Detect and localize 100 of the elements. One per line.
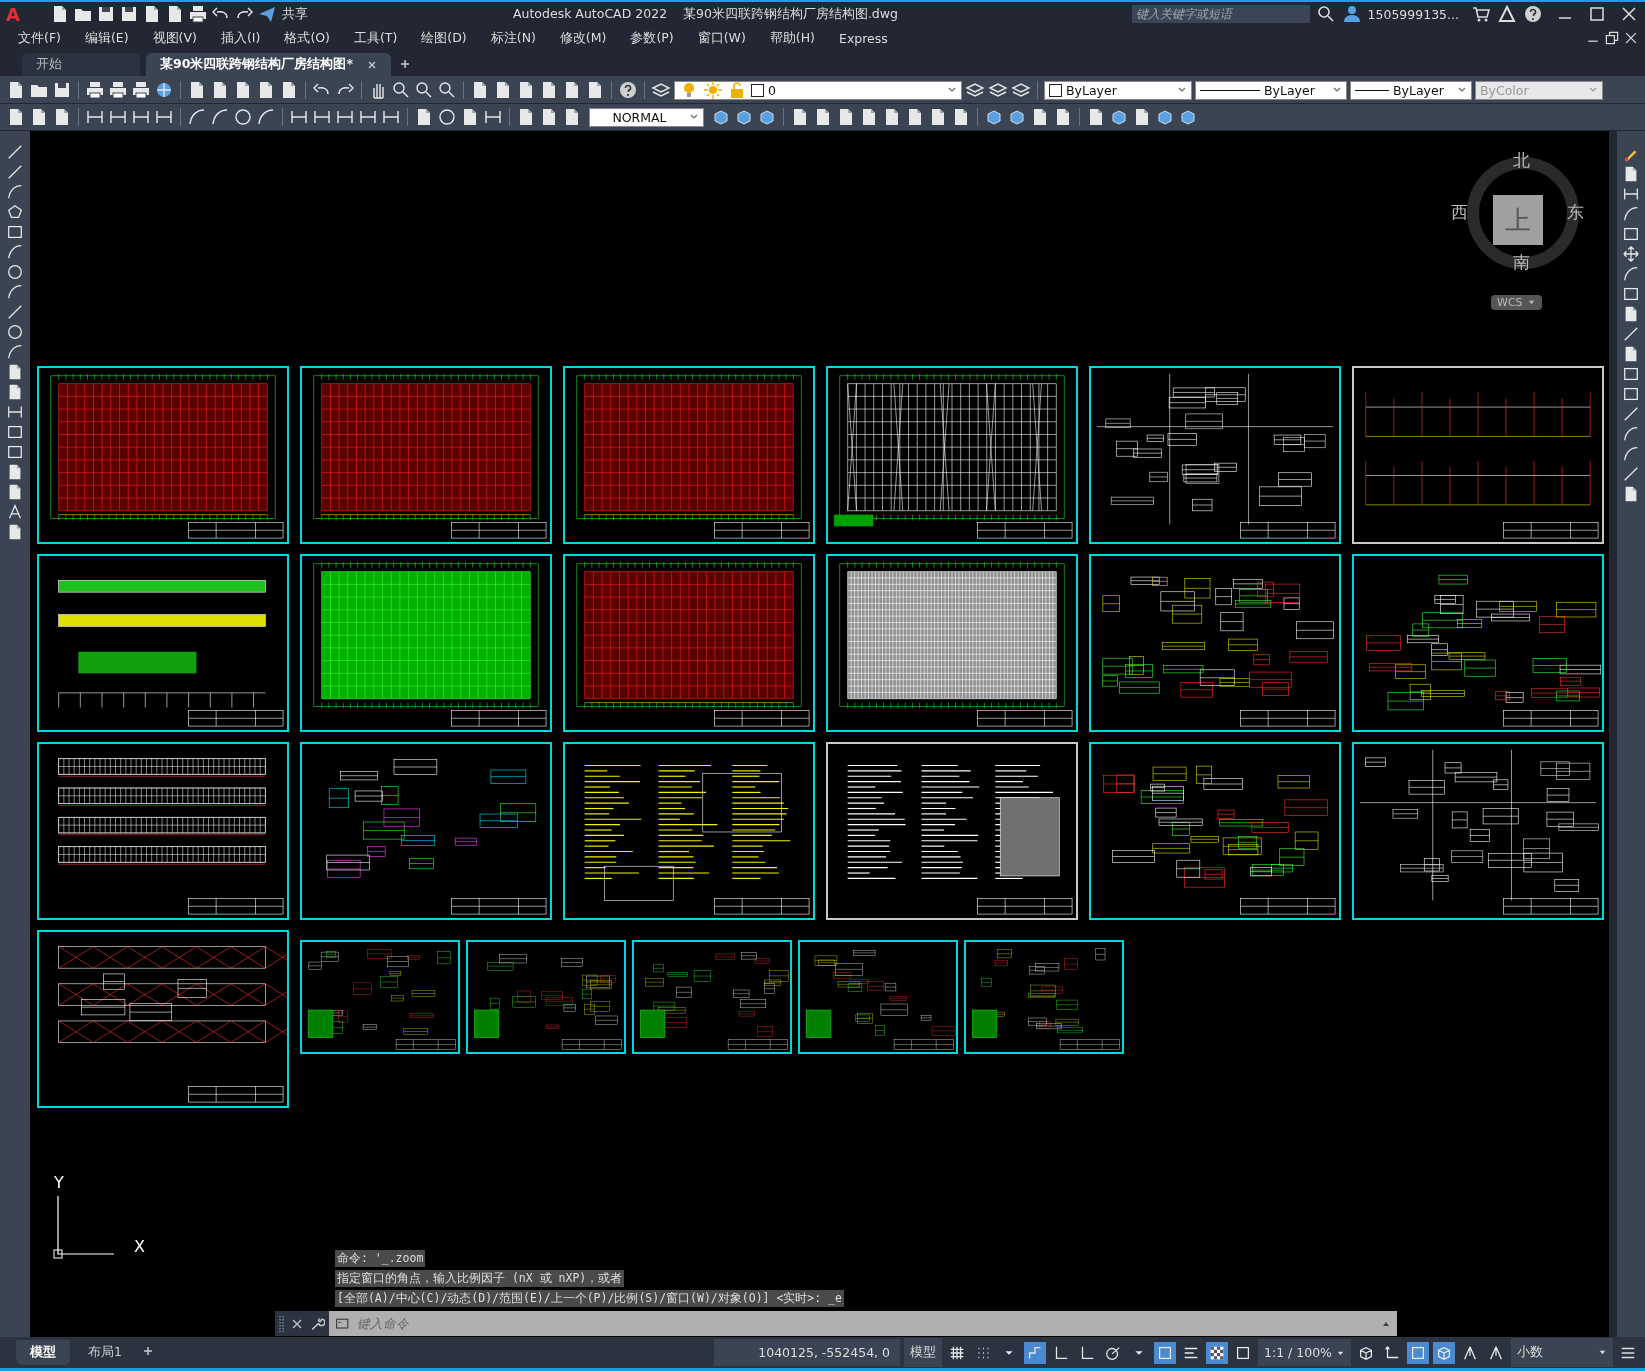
layers-icon[interactable] [651,80,671,100]
printer-icon[interactable] [85,80,105,100]
coordinates-readout: 1040125, -552454, 0 [714,1339,900,1366]
search-field[interactable]: 键入关键字或短语 [1131,5,1310,23]
menu-item[interactable]: 工具(T) [353,29,398,47]
arc-icon[interactable] [187,107,207,127]
snap-icon[interactable] [1024,1341,1046,1364]
rectangle-icon[interactable] [6,423,24,441]
polygon-icon[interactable] [6,203,24,221]
line-icon[interactable] [6,163,24,181]
help-icon[interactable] [1523,4,1543,24]
rectangle-icon[interactable] [1622,385,1640,403]
menu-item[interactable]: 窗口(W) [697,29,746,47]
line-icon[interactable] [1622,465,1640,483]
caret-icon [1336,1349,1345,1358]
line-icon[interactable] [6,303,24,321]
user-icon [1341,4,1362,24]
arc-icon[interactable] [1622,205,1640,223]
menu-item[interactable]: 修改(M) [559,29,607,47]
menu-item[interactable]: 编辑(E) [84,29,129,47]
layers-icon[interactable] [1011,80,1031,100]
dimstyle-dropdown[interactable]: NORMAL [589,107,704,127]
restore-icon[interactable] [1604,30,1620,46]
cube-icon[interactable] [1433,1341,1455,1364]
line-icon[interactable] [1622,325,1640,343]
menu-item[interactable]: 帮助(H) [769,29,815,47]
move-icon[interactable] [1622,245,1640,263]
caret-icon [1598,1348,1607,1357]
grip-icon[interactable] [279,1313,285,1334]
arc-icon[interactable] [1622,445,1640,463]
cart-icon[interactable] [1471,4,1491,24]
rectangle-icon[interactable] [1622,285,1640,303]
line-icon[interactable] [1622,405,1640,423]
menu-item[interactable]: 格式(O) [284,29,330,47]
printer-icon[interactable] [108,80,128,100]
wrench-icon[interactable] [309,1315,325,1332]
linetype-dropdown[interactable]: ByLayer [1195,80,1347,100]
menu-item[interactable]: Express [839,30,888,46]
axis-label: X [134,1237,145,1256]
file-tab[interactable]: 开始 [22,53,140,76]
text-icon[interactable] [6,503,24,521]
save-icon[interactable] [119,4,139,24]
arc-icon[interactable] [6,243,24,261]
menu-item[interactable]: 标注(N) [490,29,536,47]
model-space-button[interactable]: 模型 [904,1338,942,1367]
circle-icon[interactable] [233,107,253,127]
user-name[interactable]: 1505999135... [1367,6,1459,22]
annotation-scale-button[interactable]: 1:1 / 100% [1258,1339,1351,1366]
close-icon[interactable] [1623,30,1639,46]
layers-icon[interactable] [988,80,1008,100]
compass-label[interactable]: 北 [1513,149,1530,172]
share-button[interactable]: 共享 [282,5,308,23]
search-icon[interactable] [1315,4,1336,24]
maximize-icon[interactable] [1587,4,1607,24]
lineweight-dropdown[interactable]: ByLayer [1350,80,1472,100]
layout-tab[interactable]: 模型 [16,1340,70,1365]
rectangle-icon[interactable] [1622,225,1640,243]
arc-icon[interactable] [1622,425,1640,443]
zoom-icon[interactable] [391,80,411,100]
zoom-icon[interactable] [414,80,434,100]
transparency-icon[interactable] [1206,1341,1228,1364]
rectangle-icon[interactable] [1622,365,1640,383]
rectangle-icon[interactable] [6,443,24,461]
arc-icon[interactable] [1622,265,1640,283]
printer-icon[interactable] [188,4,208,24]
line-icon[interactable] [6,143,24,161]
wcs-dropdown[interactable]: WCS [1491,295,1542,310]
layer-dropdown[interactable]: 0 [674,80,962,100]
rectangle-icon[interactable] [1154,1341,1176,1364]
menu-item[interactable]: 参数(P) [630,29,674,47]
zoom-icon[interactable] [437,80,457,100]
circle-icon[interactable] [6,263,24,281]
arc-icon[interactable] [256,107,276,127]
arc-icon[interactable] [210,107,230,127]
help-icon[interactable] [618,80,638,100]
compass-label[interactable]: 南 [1513,251,1530,274]
circle-icon[interactable] [437,107,457,127]
compass-label[interactable]: 西 [1451,201,1468,224]
compass-label[interactable]: 东 [1567,201,1584,224]
printer-icon[interactable] [131,80,151,100]
arc-icon[interactable] [6,283,24,301]
caret-icon [1526,298,1536,307]
arc-icon[interactable] [6,183,24,201]
color-dropdown[interactable]: ByLayer [1044,80,1192,100]
save-icon[interactable] [52,80,72,100]
globe-icon[interactable] [154,80,174,100]
menu-item[interactable]: 插入(I) [220,29,261,47]
drawing-canvas[interactable]: 北 西 上 东 南 WCS Y X 命令: '_.zoom 指定窗口的角点，输入比例因子 (nX 或 nXP)，或者 [全部(A)/中心(C)/动态(D)/范围(E)/上一个(P)/比例(S)/窗口(W)/对象(O)] <实时>: _e 键入命令 [30,131,1609,1337]
rectangle-icon[interactable] [1407,1341,1429,1364]
close-icon[interactable] [366,59,377,70]
arc-icon[interactable] [6,343,24,361]
units-dropdown[interactable]: 小数 [1511,1338,1613,1367]
menu-item[interactable]: 文件(F) [18,29,61,47]
layers-icon[interactable] [965,80,985,100]
menu-item[interactable]: 绘图(D) [421,29,467,47]
circle-icon[interactable] [6,323,24,341]
save-icon[interactable] [96,4,116,24]
file-tab[interactable]: 某90米四联跨钢结构厂房结构图* [146,53,391,76]
rectangle-icon[interactable] [6,223,24,241]
menu-item[interactable]: 视图(V) [152,29,197,47]
